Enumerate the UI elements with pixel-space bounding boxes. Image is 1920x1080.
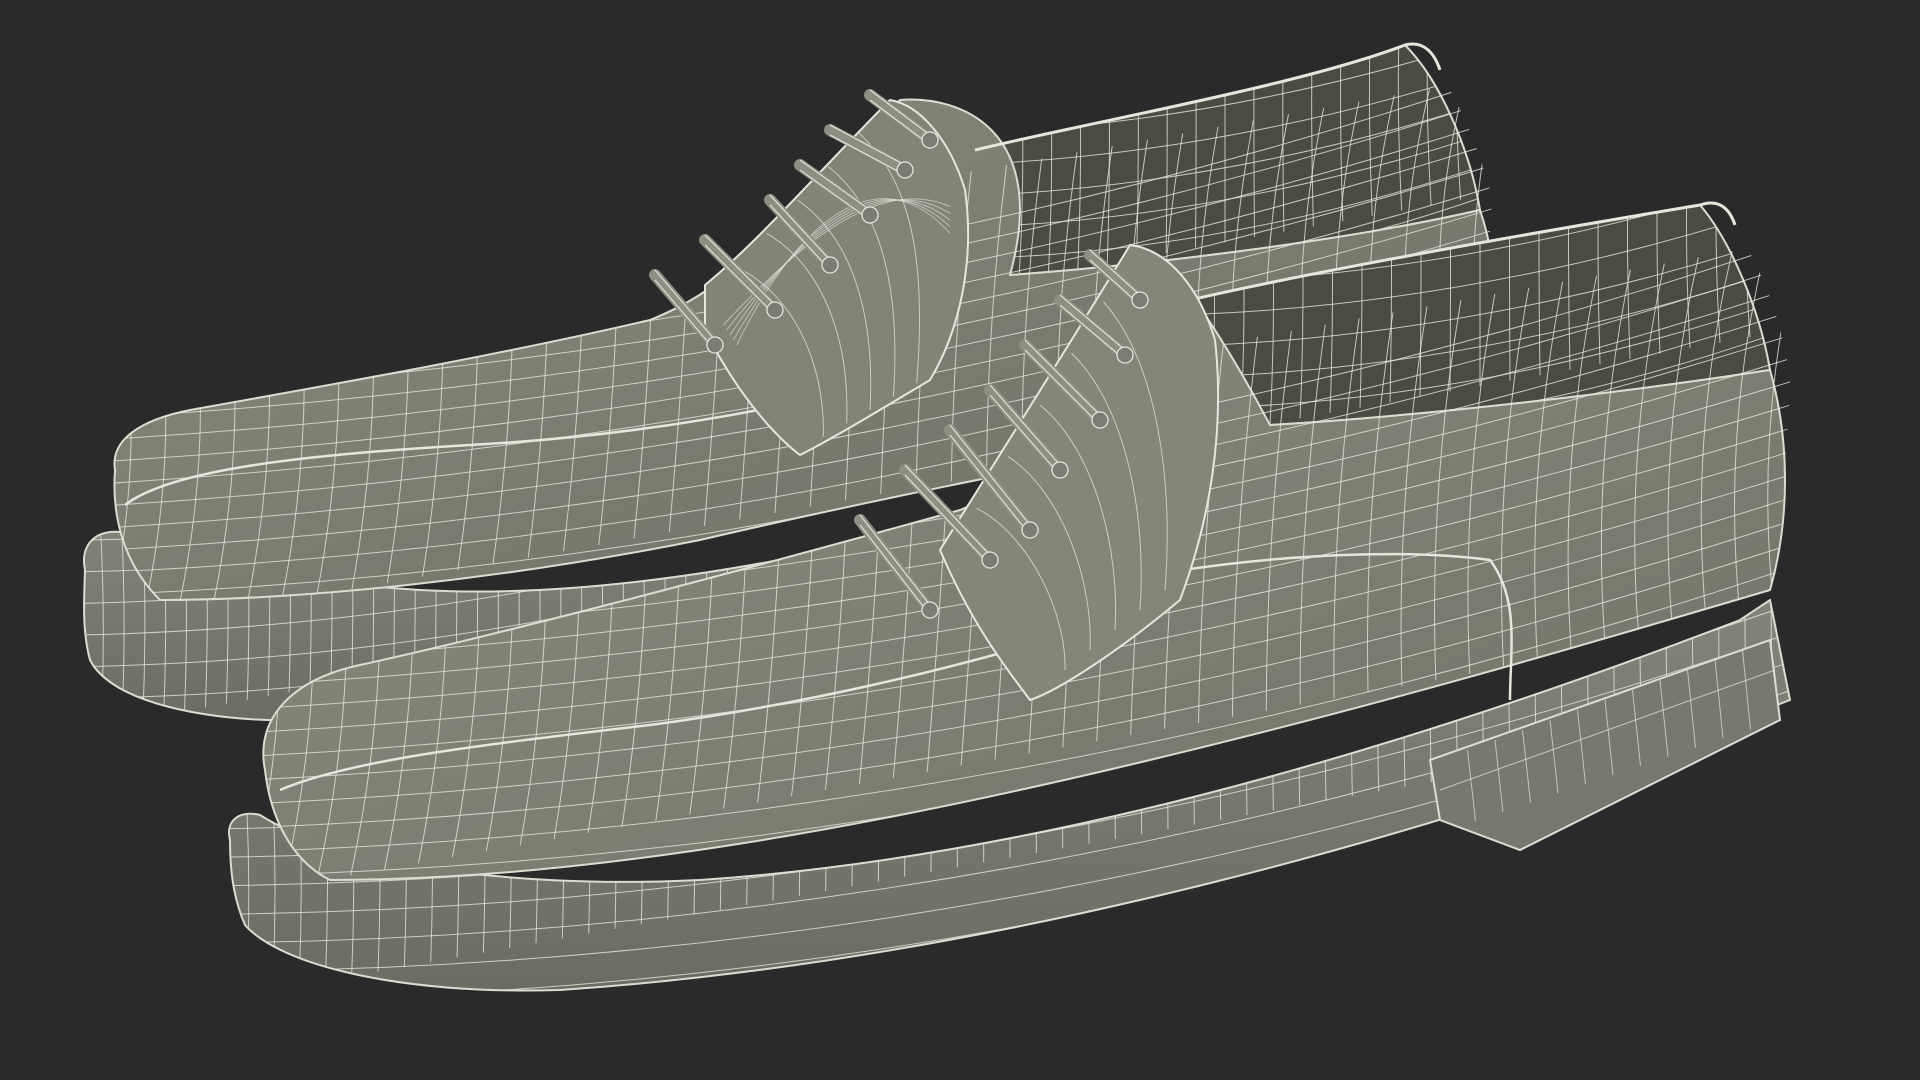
render-canvas [83, 42, 1792, 992]
viewport [0, 0, 1920, 1080]
